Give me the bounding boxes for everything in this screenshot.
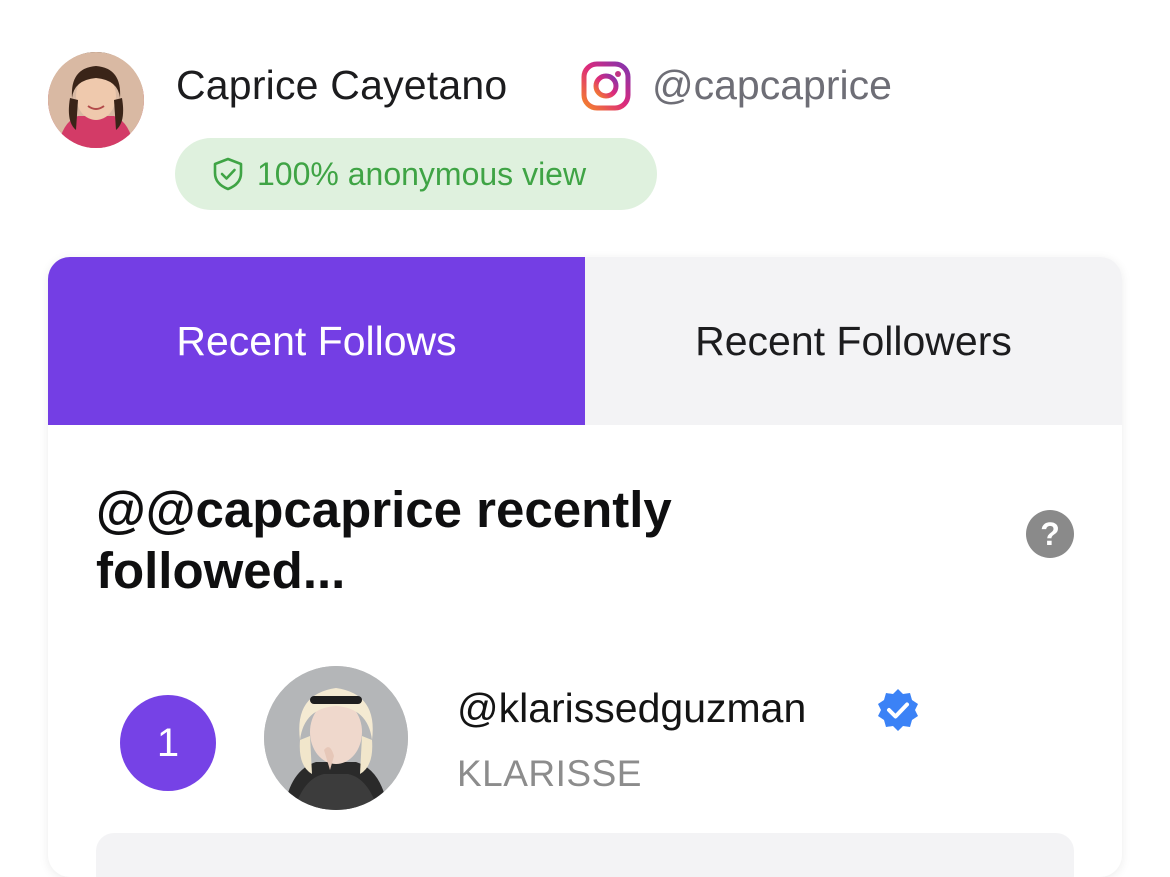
follows-card: Recent Follows Recent Followers @@capcap… — [48, 257, 1122, 877]
profile-name: Caprice Cayetano — [176, 62, 508, 108]
user-avatar[interactable] — [264, 666, 408, 810]
section-title: @@capcaprice recently followed... — [96, 481, 672, 599]
rank-badge: 1 — [120, 695, 216, 791]
instagram-icon[interactable] — [580, 60, 632, 112]
tab-bar: Recent Follows Recent Followers — [48, 257, 1122, 425]
list-item[interactable]: 1 @klarissedguzman KLARISSE — [48, 661, 1122, 811]
profile-avatar — [48, 52, 144, 148]
anonymous-view-label: 100% anonymous view — [257, 155, 587, 192]
display-name: KLARISSE — [457, 753, 642, 794]
tab-recent-follows[interactable]: Recent Follows — [48, 257, 585, 425]
help-icon[interactable]: ? — [1026, 510, 1074, 558]
username[interactable]: @klarissedguzman — [457, 685, 806, 732]
shield-check-icon — [209, 155, 247, 193]
anonymous-view-badge: 100% anonymous view — [175, 138, 657, 210]
tab-recent-followers[interactable]: Recent Followers — [585, 257, 1122, 425]
verified-badge-icon — [874, 686, 922, 734]
profile-handle[interactable]: @capcaprice — [652, 62, 892, 109]
